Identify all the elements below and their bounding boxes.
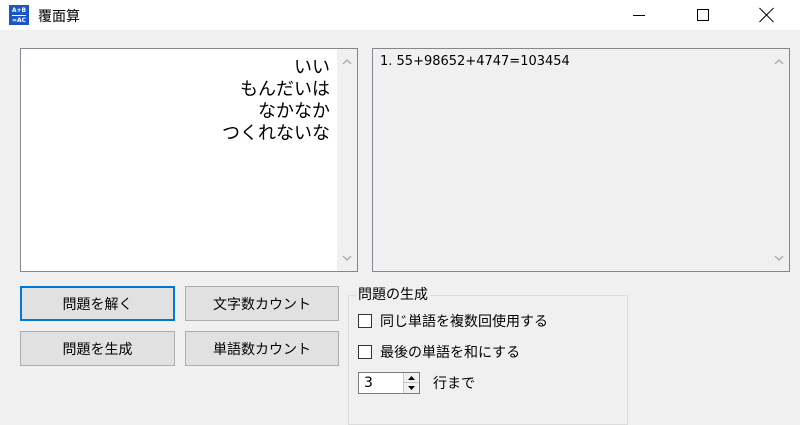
scroll-down-arrow-icon[interactable] [342, 253, 352, 263]
last-word-sum-checkbox[interactable] [358, 345, 372, 359]
stepper-down-icon[interactable] [404, 383, 419, 393]
line-count-stepper[interactable]: 3 [358, 372, 420, 394]
reuse-words-checkbox[interactable] [358, 314, 372, 328]
stepper-up-icon[interactable] [404, 373, 419, 383]
minimize-button[interactable] [616, 0, 662, 30]
maximize-button[interactable] [680, 0, 726, 30]
minimize-icon [633, 14, 645, 16]
puzzle-line: いい [294, 57, 330, 78]
result-output-scrollbar[interactable] [769, 49, 789, 271]
app-icon-bar [12, 15, 26, 16]
stepper-buttons [403, 373, 419, 393]
maximize-icon [697, 9, 709, 21]
close-icon [759, 7, 775, 23]
puzzle-line: なかなか [258, 101, 330, 122]
char-count-button[interactable]: 文字数カウント [185, 286, 339, 321]
window-title: 覆面算 [38, 9, 80, 25]
puzzle-input-textbox[interactable]: いい もんだいは なかなか つくれないな [20, 48, 358, 272]
puzzle-line: もんだいは [240, 79, 330, 100]
title-bar: A+B =AC 覆面算 [0, 0, 800, 30]
app-icon-bottom-text: =AC [11, 17, 27, 24]
app-icon-top-text: A+B [11, 7, 27, 14]
result-output-textbox[interactable]: 1. 55+98652+4747=103454 [372, 48, 790, 272]
generation-group-title: 問題の生成 [356, 284, 430, 304]
reuse-words-label: 同じ単語を複数回使用する [380, 314, 548, 330]
puzzle-input-scrollbar[interactable] [337, 49, 357, 271]
scroll-up-arrow-icon[interactable] [774, 57, 784, 67]
app-icon: A+B =AC [9, 5, 29, 25]
scroll-up-arrow-icon[interactable] [342, 57, 352, 67]
close-button[interactable] [744, 0, 790, 30]
puzzle-line: つくれないな [222, 123, 330, 144]
solve-button[interactable]: 問題を解く [20, 286, 175, 321]
generate-button[interactable]: 問題を生成 [20, 331, 175, 366]
last-word-sum-option[interactable]: 最後の単語を和にする [358, 342, 520, 362]
result-line: 1. 55+98652+4747=103454 [380, 54, 570, 69]
word-count-button[interactable]: 単語数カウント [185, 331, 339, 366]
scroll-down-arrow-icon[interactable] [774, 253, 784, 263]
reuse-words-option[interactable]: 同じ単語を複数回使用する [358, 311, 548, 331]
line-count-suffix: 行まで [433, 376, 475, 392]
line-count-value[interactable]: 3 [364, 375, 373, 391]
puzzle-text: いい もんだいは なかなか つくれないな [222, 57, 330, 145]
last-word-sum-label: 最後の単語を和にする [380, 345, 521, 361]
